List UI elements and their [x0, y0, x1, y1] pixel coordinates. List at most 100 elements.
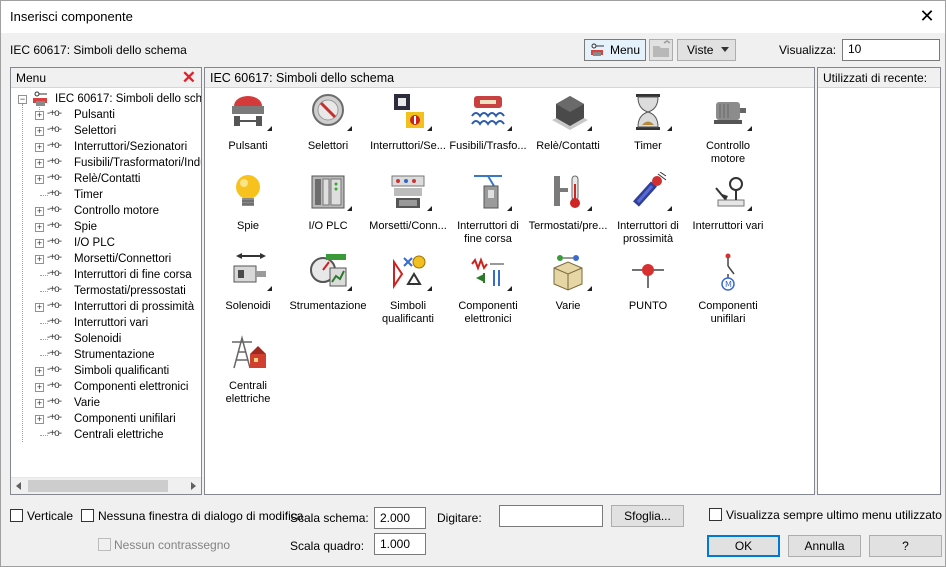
contact-symbol-icon: -+o- [47, 140, 62, 151]
symbol-category-item[interactable]: Varie [528, 252, 608, 313]
symbol-category-label: Simboli qualificanti [382, 300, 434, 325]
electronic-components-icon [471, 257, 504, 286]
solenoid-icon [233, 253, 266, 283]
submenu-indicator-icon [347, 206, 352, 211]
submenu-indicator-icon [587, 286, 592, 291]
expand-icon[interactable]: + [35, 143, 44, 152]
schema-scale-input[interactable]: 2.000 [374, 507, 426, 529]
frame-scale-input[interactable]: 1.000 [374, 533, 426, 555]
submenu-indicator-icon [347, 286, 352, 291]
motor-icon [714, 102, 746, 124]
symbol-category-label: Pulsanti [228, 140, 268, 152]
tree-root-label: IEC 60617: Simboli dello schema [55, 93, 201, 105]
qualifying-symbols-icon [393, 255, 426, 290]
close-menu-icon[interactable]: ✕ [182, 69, 196, 87]
symbol-category-item[interactable]: Interruttori di prossimità [608, 172, 688, 246]
submenu-indicator-icon [747, 126, 752, 131]
menu-tree-icon [591, 43, 604, 56]
contact-symbol-icon: -+o- [47, 332, 62, 343]
browse-button[interactable]: Sfoglia... [611, 505, 684, 527]
symbol-category-item[interactable]: Interruttori/Se... [368, 92, 448, 153]
submenu-indicator-icon [507, 286, 512, 291]
expand-icon[interactable]: + [35, 159, 44, 168]
scroll-right-icon[interactable] [191, 482, 196, 490]
cancel-button[interactable]: Annulla [788, 535, 861, 557]
contact-symbol-icon: -+o- [47, 252, 62, 263]
tree-item-label: Componenti elettronici [74, 381, 189, 393]
always-show-last-label: Visualizza sempre ultimo menu utilizzato [726, 508, 942, 522]
submenu-indicator-icon [507, 206, 512, 211]
tree-item-label: Simboli qualificanti [74, 365, 170, 377]
expand-icon[interactable]: + [35, 207, 44, 216]
symbol-category-label: Morsetti/Conn... [369, 220, 447, 232]
expand-icon[interactable]: + [35, 239, 44, 248]
tree-item-label: Spie [74, 221, 98, 233]
expand-icon[interactable]: + [35, 303, 44, 312]
submenu-indicator-icon [667, 206, 672, 211]
contact-symbol-icon: -+o- [47, 204, 62, 215]
scrollbar-thumb[interactable] [28, 480, 168, 492]
tree-item-label: Termostati/pressostati [74, 285, 186, 297]
no-tag-label: Nessun contrassegno [114, 538, 231, 552]
help-button[interactable]: ? [869, 535, 942, 557]
limit-switch-icon [474, 175, 502, 209]
always-show-last-checkbox[interactable] [709, 508, 722, 521]
contact-symbol-icon: -+o- [47, 364, 62, 375]
collapse-icon[interactable]: − [18, 95, 27, 104]
symbol-category-item[interactable]: Centrali elettriche [208, 332, 288, 406]
symbol-category-item[interactable]: I/O PLC [288, 172, 368, 233]
expand-icon[interactable]: + [35, 255, 44, 264]
views-dropdown-button[interactable]: Viste [677, 39, 736, 61]
symbol-category-item[interactable]: M Componenti unifilari [688, 252, 768, 326]
menu-panel-header: Menu ✕ [11, 68, 201, 88]
expand-icon[interactable]: + [35, 127, 44, 136]
symbol-category-item[interactable]: Fusibili/Trasfo... [448, 92, 528, 153]
symbol-category-item[interactable]: Controllo motore [688, 92, 768, 166]
contact-symbol-icon: -+o- [47, 172, 62, 183]
scroll-left-icon[interactable] [16, 482, 21, 490]
submenu-indicator-icon [267, 286, 272, 291]
symbol-category-item[interactable]: Relè/Contatti [528, 92, 608, 153]
horizontal-scrollbar[interactable] [11, 477, 201, 494]
symbol-category-item[interactable]: Interruttori vari [688, 172, 768, 233]
expand-icon[interactable]: + [35, 111, 44, 120]
expand-icon[interactable]: + [35, 383, 44, 392]
symbol-category-item[interactable]: Simboli qualificanti [368, 252, 448, 326]
symbol-category-label: Varie [555, 300, 581, 312]
relay-icon [552, 96, 588, 130]
close-icon[interactable]: ✕ [917, 6, 937, 26]
expand-icon[interactable]: + [35, 415, 44, 424]
expand-icon[interactable]: + [35, 175, 44, 184]
symbol-category-item[interactable]: Timer [608, 92, 688, 153]
up-folder-button[interactable] [649, 39, 673, 61]
no-edit-dialog-checkbox[interactable] [81, 509, 94, 522]
vertical-checkbox[interactable] [10, 509, 23, 522]
contact-symbol-icon: -+o- [47, 412, 62, 423]
ok-button[interactable]: OK [707, 535, 780, 557]
tree-item-label: Morsetti/Connettori [74, 253, 172, 265]
symbol-category-item[interactable]: Strumentazione [288, 252, 368, 313]
display-count-input[interactable]: 10 [842, 39, 940, 61]
symbol-category-item[interactable]: Selettori [288, 92, 368, 153]
symbol-category-item[interactable]: Pulsanti [208, 92, 288, 153]
frame-scale-label: Scala quadro: [290, 539, 365, 553]
symbol-category-item[interactable]: Interruttori di fine corsa [448, 172, 528, 246]
expand-icon[interactable]: + [35, 223, 44, 232]
no-tag-checkbox[interactable] [98, 538, 111, 551]
symbol-category-item[interactable]: Morsetti/Conn... [368, 172, 448, 233]
menu-tree: − IEC 60617: Simboli dello schema +-+o-P… [11, 90, 201, 478]
tree-item-label: Solenoidi [74, 333, 122, 345]
recent-panel: Utilizzati di recente: [817, 67, 941, 495]
schema-scale-label: Scala schema: [290, 511, 369, 525]
expand-icon[interactable]: + [35, 367, 44, 376]
type-input[interactable] [499, 505, 603, 527]
menu-view-button[interactable]: Menu [584, 39, 646, 61]
symbol-category-item[interactable]: PUNTO [608, 252, 688, 313]
symbol-category-item[interactable]: Solenoidi [208, 252, 288, 313]
symbol-category-item[interactable]: Componenti elettronici [448, 252, 528, 326]
expand-icon[interactable]: + [35, 399, 44, 408]
contact-symbol-icon: -+o- [47, 300, 62, 311]
symbol-category-item[interactable]: Termostati/pre... [528, 172, 608, 233]
symbol-category-item[interactable]: Spie [208, 172, 288, 233]
contact-symbol-icon: -+o- [47, 108, 62, 119]
